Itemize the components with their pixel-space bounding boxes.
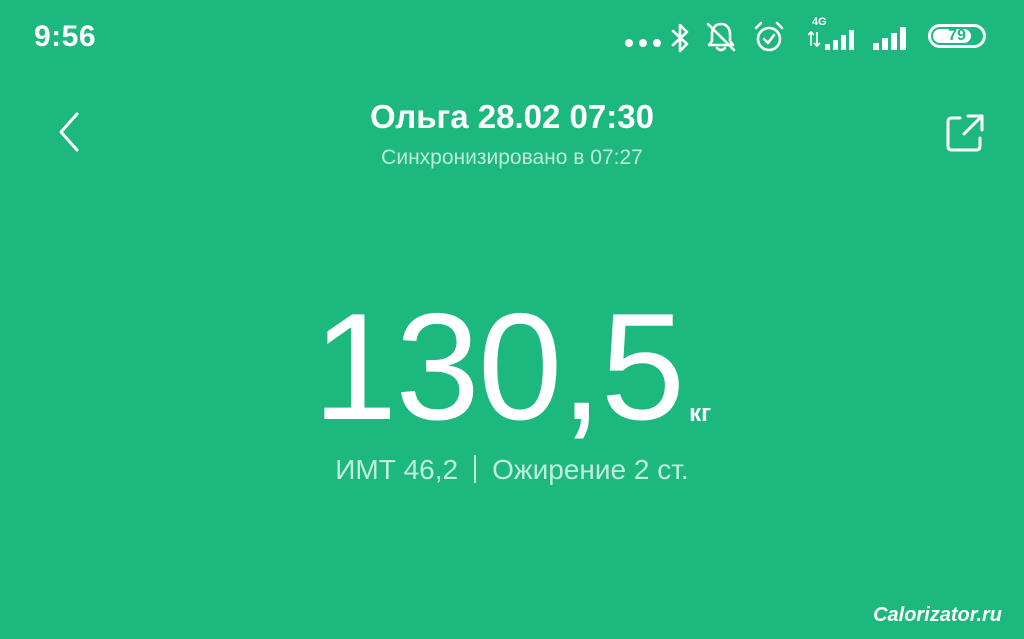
- network-type-label: 4G: [812, 16, 827, 28]
- signal-4g-icon: [808, 30, 854, 50]
- notifications-off-icon: [706, 22, 736, 52]
- battery-level-text: 79: [948, 27, 966, 44]
- page-title: Ольга 28.02 07:30: [370, 98, 654, 135]
- status-bar: 9:56 4G 79: [0, 0, 1024, 76]
- weight-value: 130,5: [312, 282, 685, 452]
- weight-display: 130,5 кг: [0, 282, 1024, 452]
- bmi-separator: [474, 455, 477, 483]
- weight-unit: кг: [689, 400, 712, 427]
- bmi-value: ИМТ 46,2: [335, 454, 459, 485]
- signal-icon: [873, 27, 906, 50]
- obesity-category: Ожирение 2 ст.: [492, 454, 689, 485]
- status-clock: 9:56: [34, 20, 97, 53]
- alarm-icon: [754, 21, 784, 52]
- share-icon: [946, 114, 984, 152]
- share-button[interactable]: [936, 106, 992, 162]
- bluetooth-icon: [671, 23, 689, 53]
- sync-status: Синхронизировано в 07:27: [381, 146, 643, 169]
- status-icons: 4G 79: [620, 14, 1000, 58]
- more-dots-icon: [625, 39, 661, 47]
- bmi-row: ИМТ 46,2 Ожирение 2 ст.: [0, 454, 1024, 486]
- battery-icon: 79: [928, 24, 986, 48]
- watermark: Calorizator.ru: [873, 604, 1002, 626]
